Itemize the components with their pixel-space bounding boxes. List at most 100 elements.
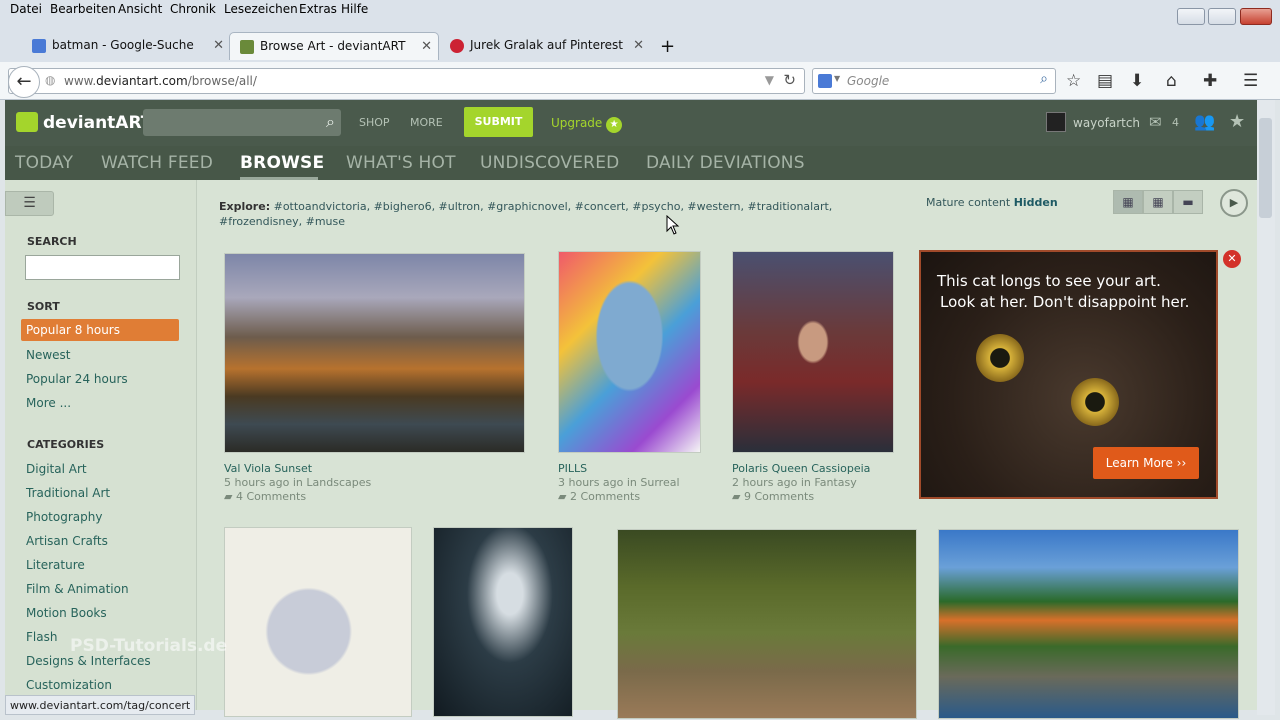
deviation-thumbnail[interactable] (224, 253, 525, 453)
nav-daily-deviations[interactable]: DAILY DEVIATIONS (646, 153, 805, 173)
sort-popular-24-hours[interactable]: Popular 24 hours (26, 372, 128, 386)
submit-button[interactable]: SUBMIT (464, 107, 533, 137)
deviation-thumbnail[interactable] (558, 251, 701, 453)
slideshow-play-icon[interactable]: ▶ (1220, 189, 1248, 217)
message-count[interactable]: 4 (1172, 116, 1179, 129)
tab-pinterest[interactable]: Jurek Gralak auf Pinterest ✕ (440, 32, 644, 60)
ad-close-icon[interactable]: ✕ (1223, 250, 1241, 268)
sidebar-search-input[interactable] (25, 255, 180, 280)
menu-ansicht[interactable]: Ansicht (118, 2, 162, 16)
deviantart-logo[interactable]: deviantART (43, 113, 152, 133)
nav-today[interactable]: TODAY (15, 153, 73, 173)
grid-view-icon[interactable]: ▦ (1113, 190, 1143, 214)
page-scrollbar[interactable] (1257, 100, 1275, 715)
category-digital-art[interactable]: Digital Art (26, 462, 87, 476)
deviation-thumbnail[interactable] (224, 527, 412, 717)
category-designs-interfaces[interactable]: Designs & Interfaces (26, 654, 151, 668)
category-artisan-crafts[interactable]: Artisan Crafts (26, 534, 108, 548)
category-motion-books[interactable]: Motion Books (26, 606, 107, 620)
category-customization[interactable]: Customization (26, 678, 112, 692)
browse-main: Explore: #ottoandvictoria, #bighero6, #u… (197, 180, 1257, 719)
search-icon[interactable]: ⌕ (326, 112, 335, 132)
avatar[interactable] (1046, 112, 1066, 132)
close-tab-icon[interactable]: ✕ (213, 38, 224, 53)
favourites-star-icon[interactable]: ★ (1229, 111, 1245, 132)
browse-sidebar: ☰ SEARCH SORT Popular 8 hours Newest Pop… (5, 180, 197, 710)
reading-list-icon[interactable]: ▤ (1097, 71, 1113, 91)
addons-icon[interactable]: ✚ (1203, 71, 1217, 91)
more-link[interactable]: MORE (410, 116, 443, 129)
download-icon[interactable]: ⬇ (1130, 71, 1144, 91)
deviation-title[interactable]: Val Viola Sunset (224, 462, 312, 475)
category-flash[interactable]: Flash (26, 630, 57, 644)
deviation-title[interactable]: Polaris Queen Cassiopeia (732, 462, 870, 475)
explore-tag-list[interactable]: #ottoandvictoria, #bighero6, #ultron, #g… (219, 200, 832, 228)
advertisement[interactable]: This cat longs to see your art. Look at … (919, 250, 1218, 499)
deviation-meta: 5 hours ago in Landscapes (224, 476, 372, 489)
menu-hilfe[interactable]: Hilfe (341, 2, 368, 16)
close-tab-icon[interactable]: ✕ (633, 38, 644, 53)
home-icon[interactable]: ⌂ (1166, 71, 1177, 91)
back-arrow-icon[interactable]: ← (8, 66, 40, 98)
shop-link[interactable]: SHOP (359, 116, 390, 129)
nav-browse[interactable]: BROWSE (240, 153, 324, 173)
maximize-button[interactable] (1208, 8, 1236, 25)
menu-chronik[interactable]: Chronik (170, 2, 216, 16)
friends-icon[interactable]: 👥 (1194, 112, 1215, 132)
sort-more[interactable]: More ... (26, 396, 71, 410)
deviation-comments[interactable]: ▰ 9 Comments (732, 490, 814, 503)
hamburger-menu-icon[interactable]: ☰ (1243, 71, 1258, 91)
upgrade-star-icon: ★ (606, 117, 623, 133)
deviation-thumbnail[interactable] (938, 529, 1239, 719)
category-film-animation[interactable]: Film & Animation (26, 582, 129, 596)
deviation-thumbnail[interactable] (617, 529, 917, 719)
deviantart-search-input[interactable]: ⌕ (143, 109, 341, 136)
menu-extras[interactable]: Extras (299, 2, 337, 16)
url-path: /browse/all/ (187, 74, 257, 88)
username[interactable]: wayofartch (1073, 116, 1140, 130)
category-traditional-art[interactable]: Traditional Art (26, 486, 110, 500)
sort-popular-8-hours[interactable]: Popular 8 hours (21, 319, 179, 341)
category-photography[interactable]: Photography (26, 510, 102, 524)
tab-google[interactable]: batman - Google-Suche ✕ (22, 32, 224, 60)
deviantart-favicon-icon (240, 40, 254, 54)
window-close-button[interactable] (1240, 8, 1272, 25)
bookmark-star-icon[interactable]: ☆ (1066, 71, 1081, 91)
tab-deviantart[interactable]: Browse Art - deviantART ✕ (229, 32, 439, 60)
upgrade-link[interactable]: Upgrade ★ (551, 116, 623, 133)
mature-content-toggle[interactable]: Mature content Hidden (926, 196, 1058, 209)
deviation-comments[interactable]: ▰ 2 Comments (558, 490, 640, 503)
sidebar-toggle-icon[interactable]: ☰ (5, 191, 54, 216)
deviation-title[interactable]: PILLS (558, 462, 587, 475)
close-tab-icon[interactable]: ✕ (421, 39, 432, 54)
deviation-comments[interactable]: ▰ 4 Comments (224, 490, 306, 503)
menu-datei[interactable]: Datei (10, 2, 42, 16)
chevron-down-icon[interactable]: ▼ (834, 74, 840, 83)
search-engine-bar[interactable]: ▼ Google ⌕ (812, 68, 1056, 94)
nav-whats-hot[interactable]: WHAT'S HOT (346, 153, 456, 173)
url-bar[interactable]: ← ◍ www.deviantart.com/browse/all/ ▼ ↻ (8, 66, 805, 98)
nav-undiscovered[interactable]: UNDISCOVERED (480, 153, 619, 173)
large-grid-view-icon[interactable]: ▦ (1143, 190, 1173, 214)
deviation-thumbnail[interactable] (433, 527, 573, 717)
scrollbar-thumb[interactable] (1259, 118, 1272, 218)
menu-lesezeichen[interactable]: Lesezeichen (224, 2, 298, 16)
sort-newest[interactable]: Newest (26, 348, 71, 362)
deviation-thumbnail[interactable] (732, 251, 894, 453)
dropdown-arrow-icon[interactable]: ▼ (765, 73, 774, 87)
deviantart-logo-icon[interactable] (16, 112, 38, 132)
list-view-icon[interactable]: ▬ (1173, 190, 1203, 214)
nav-watch-feed[interactable]: WATCH FEED (101, 153, 213, 173)
mail-icon[interactable]: ✉ (1149, 113, 1162, 131)
search-icon[interactable]: ⌕ (1040, 71, 1048, 87)
menu-bearbeiten[interactable]: Bearbeiten (50, 2, 116, 16)
new-tab-button[interactable]: + (654, 30, 675, 58)
tab-strip: batman - Google-Suche ✕ Browse Art - dev… (0, 30, 1280, 62)
comment-count: 2 Comments (569, 490, 641, 503)
category-literature[interactable]: Literature (26, 558, 85, 572)
ad-learn-more-button[interactable]: Learn More ›› (1093, 447, 1199, 479)
google-icon[interactable] (818, 74, 832, 88)
minimize-button[interactable] (1177, 8, 1205, 25)
upgrade-label: Upgrade (551, 116, 603, 130)
reload-icon[interactable]: ↻ (783, 71, 796, 89)
